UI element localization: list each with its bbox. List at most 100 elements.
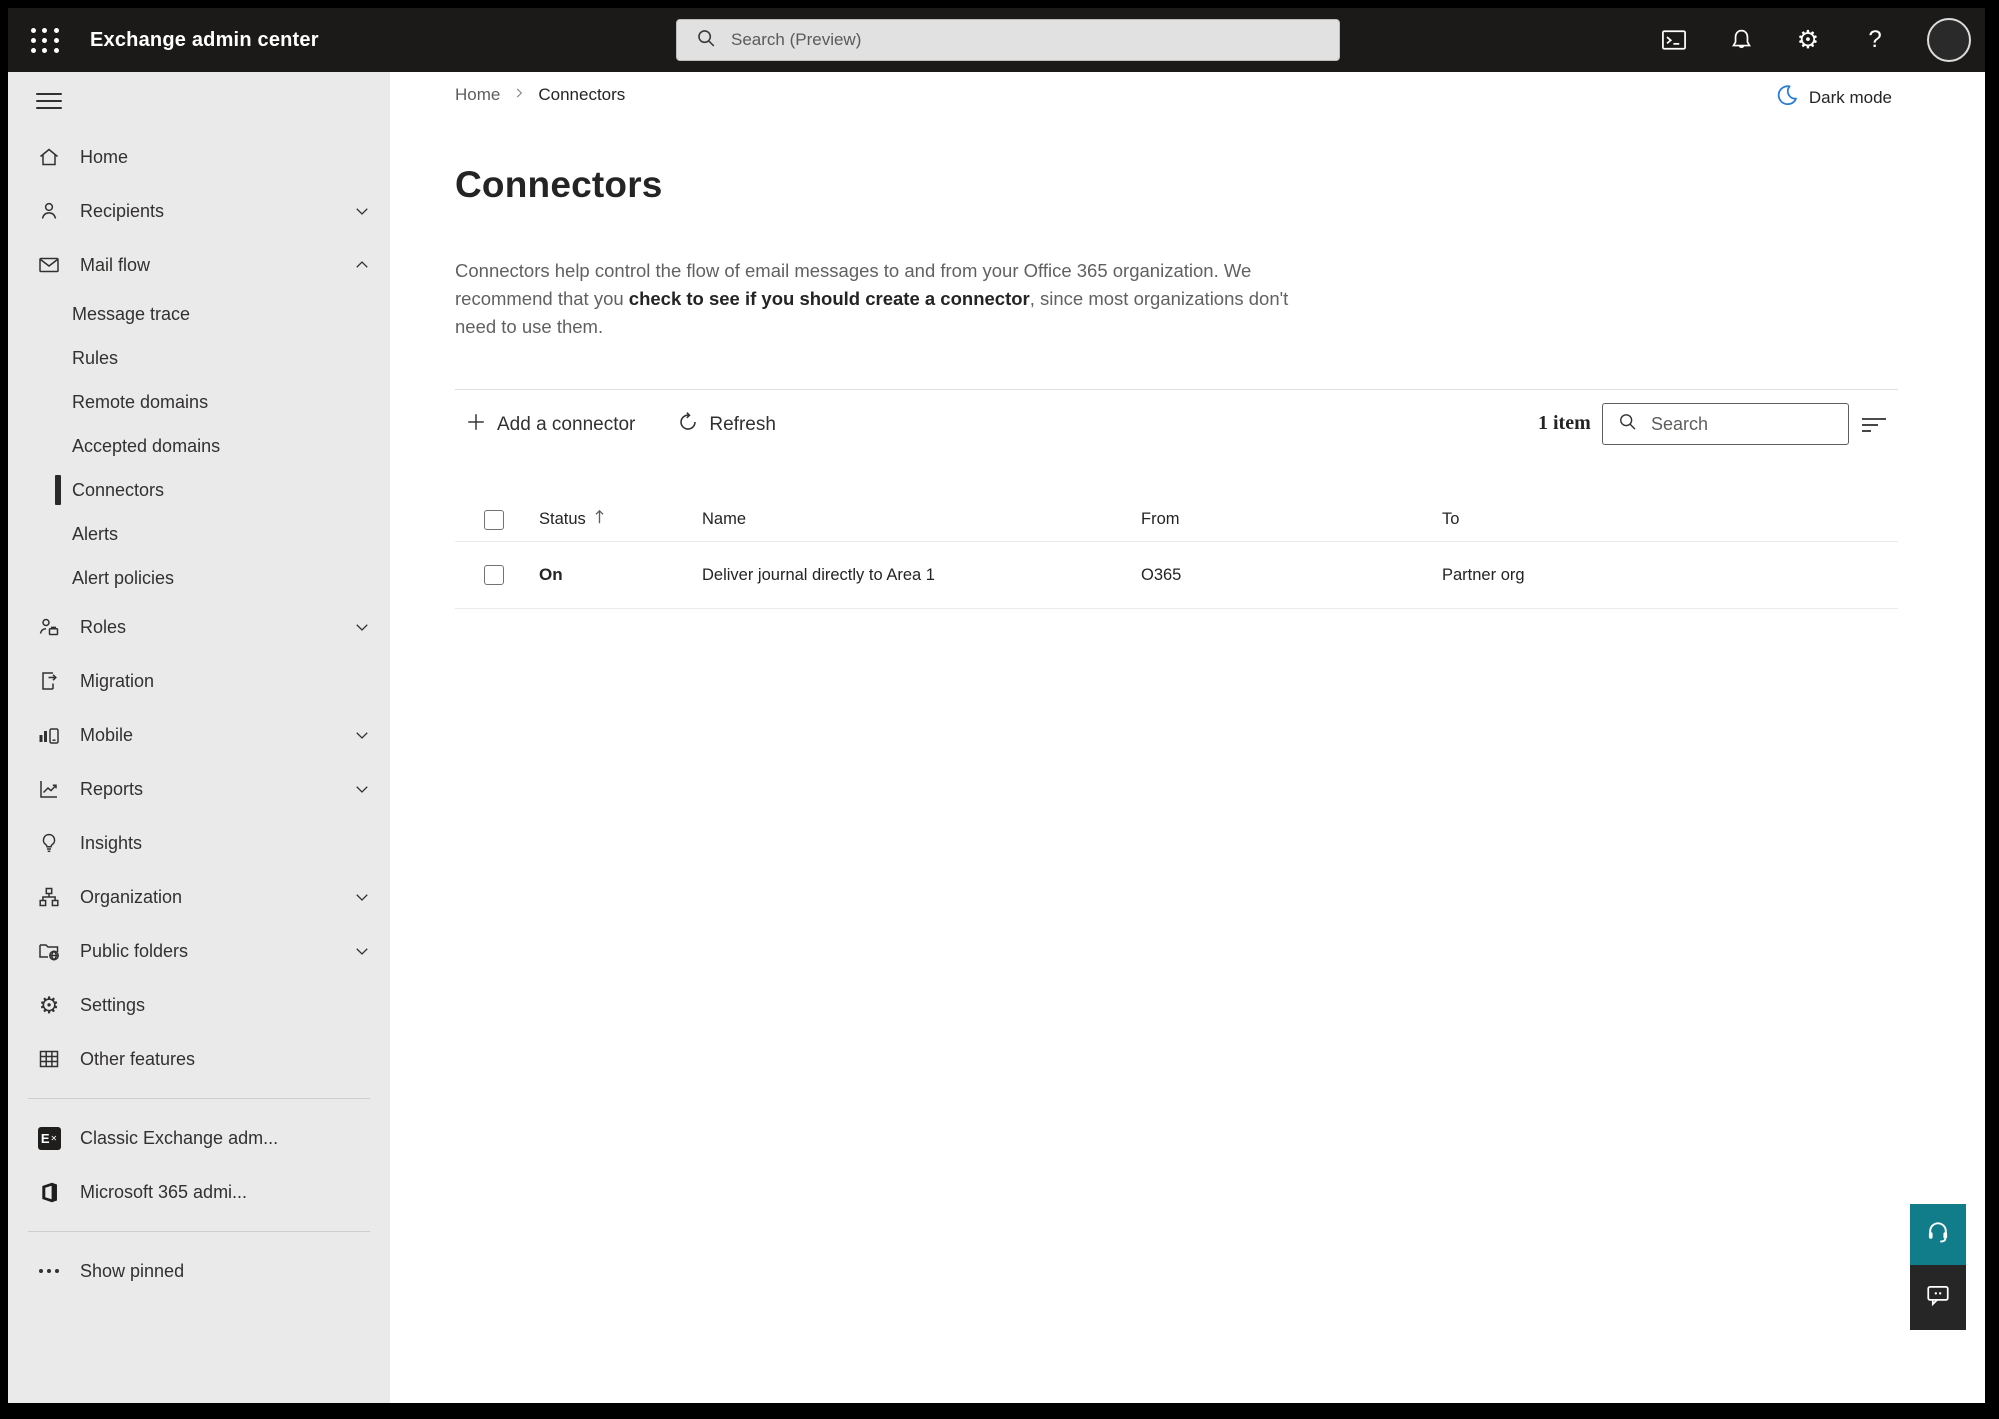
row-name[interactable]: Deliver journal directly to Area 1	[702, 566, 1141, 585]
global-search-input[interactable]	[729, 29, 1289, 51]
breadcrumb-home-link[interactable]: Home	[455, 85, 500, 105]
column-header-to[interactable]: To	[1442, 510, 1898, 529]
row-from: O365	[1141, 565, 1182, 584]
sidebar-item-show-pinned[interactable]: Show pinned	[8, 1244, 390, 1298]
global-search-box[interactable]	[676, 19, 1340, 61]
nav-collapse-hamburger-icon[interactable]	[36, 88, 62, 114]
chevron-down-icon	[352, 779, 372, 799]
page-description: Connectors help control the flow of emai…	[455, 257, 1315, 341]
chevron-down-icon	[352, 725, 372, 745]
sidebar-item-migration[interactable]: Migration	[8, 654, 390, 708]
office-logo-icon	[36, 1179, 62, 1205]
sidebar-item-recipients[interactable]: Recipients	[8, 184, 390, 238]
notifications-bell-icon[interactable]	[1726, 25, 1756, 55]
chevron-up-icon	[352, 255, 372, 275]
sidebar-item-alert-policies[interactable]: Alert policies	[8, 556, 390, 600]
column-header-from[interactable]: From	[1141, 510, 1442, 529]
org-chart-icon	[36, 884, 62, 910]
sidebar-item-public-folders[interactable]: Public folders	[8, 924, 390, 978]
breadcrumb: Home Connectors	[455, 85, 625, 105]
sidebar-item-reports[interactable]: Reports	[8, 762, 390, 816]
sidebar-item-rules[interactable]: Rules	[8, 336, 390, 380]
dark-mode-toggle[interactable]: Dark mode	[1775, 83, 1892, 112]
sort-filter-icon[interactable]	[1858, 411, 1892, 439]
sidebar-item-home[interactable]: Home	[8, 130, 390, 184]
sidebar-item-organization[interactable]: Organization	[8, 870, 390, 924]
sidebar-item-alerts[interactable]: Alerts	[8, 512, 390, 556]
sidebar-item-label: Remote domains	[72, 391, 209, 412]
sidebar-item-mail-flow[interactable]: Mail flow	[8, 238, 390, 292]
sidebar-item-roles[interactable]: Roles	[8, 600, 390, 654]
refresh-label: Refresh	[709, 414, 776, 435]
list-search-box[interactable]	[1602, 403, 1849, 445]
sidebar-item-label: Show pinned	[80, 1260, 185, 1281]
row-checkbox[interactable]	[484, 565, 504, 585]
sidebar-item-label: Roles	[80, 616, 127, 637]
exchange-logo-icon: E ✕	[36, 1125, 62, 1151]
sidebar-item-label: Mail flow	[80, 254, 151, 275]
settings-gear-icon[interactable]: ⚙	[1793, 25, 1823, 55]
sidebar-item-label: Connectors	[72, 479, 165, 500]
sidebar-item-label: Alerts	[72, 523, 119, 544]
breadcrumb-current[interactable]: Connectors	[538, 85, 625, 105]
folder-globe-icon	[36, 938, 62, 964]
person-icon	[36, 198, 62, 224]
home-icon	[36, 144, 62, 170]
sidebar-item-label: Insights	[80, 832, 143, 853]
sidebar-item-mobile[interactable]: Mobile	[8, 708, 390, 762]
sidebar-item-connectors[interactable]: Connectors	[8, 468, 390, 512]
select-all-checkbox[interactable]	[484, 509, 504, 530]
sidebar-item-label: Public folders	[80, 940, 189, 961]
sidebar-item-label: Message trace	[72, 303, 191, 324]
list-search-input[interactable]	[1649, 412, 1819, 436]
sidebar-item-label: Alert policies	[72, 567, 175, 588]
help-icon[interactable]: ?	[1860, 25, 1890, 55]
chevron-down-icon	[352, 617, 372, 637]
table-row[interactable]: On Deliver journal directly to Area 1 O3…	[455, 542, 1898, 609]
sidebar-item-insights[interactable]: Insights	[8, 816, 390, 870]
roles-icon	[36, 614, 62, 640]
sidebar-item-other-features[interactable]: Other features	[8, 1032, 390, 1086]
item-count: 1 item	[1538, 412, 1591, 434]
ellipsis-icon	[36, 1258, 62, 1284]
table-grid-icon	[36, 1046, 62, 1072]
sidebar-item-message-trace[interactable]: Message trace	[8, 292, 390, 336]
terminal-icon[interactable]	[1659, 25, 1689, 55]
help-support-button[interactable]	[1910, 1204, 1966, 1265]
app-launcher-icon[interactable]	[30, 25, 60, 55]
list-toolbar: Add a connector Refresh	[455, 402, 786, 448]
envelope-icon	[36, 252, 62, 278]
sidebar-item-label: Microsoft 365 admi...	[80, 1181, 248, 1202]
mobile-icon	[36, 722, 62, 748]
sidebar-item-label: Settings	[80, 994, 146, 1015]
feedback-chat-button[interactable]	[1910, 1265, 1966, 1330]
account-avatar[interactable]	[1927, 18, 1971, 62]
column-header-status[interactable]: Status	[539, 510, 586, 529]
sidebar-item-remote-domains[interactable]: Remote domains	[8, 380, 390, 424]
toolbar-divider	[455, 389, 1898, 390]
top-bar: Exchange admin center Search (Preview) ⚙…	[8, 8, 1985, 72]
sidebar-item-label: Recipients	[80, 200, 165, 221]
support-buttons	[1910, 1204, 1966, 1330]
sidebar-item-settings[interactable]: ⚙ Settings	[8, 978, 390, 1032]
sidebar-divider	[28, 1098, 370, 1099]
table-header-row: Status Name From To	[455, 498, 1898, 542]
lightbulb-icon	[36, 830, 62, 856]
sidebar-item-accepted-domains[interactable]: Accepted domains	[8, 424, 390, 468]
sidebar-item-label: Organization	[80, 886, 183, 907]
description-emphasis: check to see if you should create a conn…	[628, 287, 1030, 309]
sidebar-item-microsoft-365-admin[interactable]: Microsoft 365 admi...	[8, 1165, 390, 1219]
left-nav: Home Recipients Mail flow Message trace …	[8, 72, 390, 1403]
moon-icon	[1775, 83, 1799, 112]
column-header-name[interactable]: Name	[702, 510, 1141, 529]
refresh-button[interactable]: Refresh	[667, 405, 786, 445]
breadcrumb-chevron-icon	[512, 85, 526, 105]
connectors-table: Status Name From To On Deliver journal d…	[455, 498, 1898, 609]
row-to: Partner org	[1442, 565, 1525, 584]
chevron-down-icon	[352, 941, 372, 961]
sidebar-divider	[28, 1231, 370, 1232]
sidebar-item-label: Mobile	[80, 724, 134, 745]
row-status: On	[539, 565, 563, 584]
add-connector-button[interactable]: Add a connector	[455, 405, 645, 445]
sidebar-item-classic-exchange-admin[interactable]: E ✕ Classic Exchange adm...	[8, 1111, 390, 1165]
